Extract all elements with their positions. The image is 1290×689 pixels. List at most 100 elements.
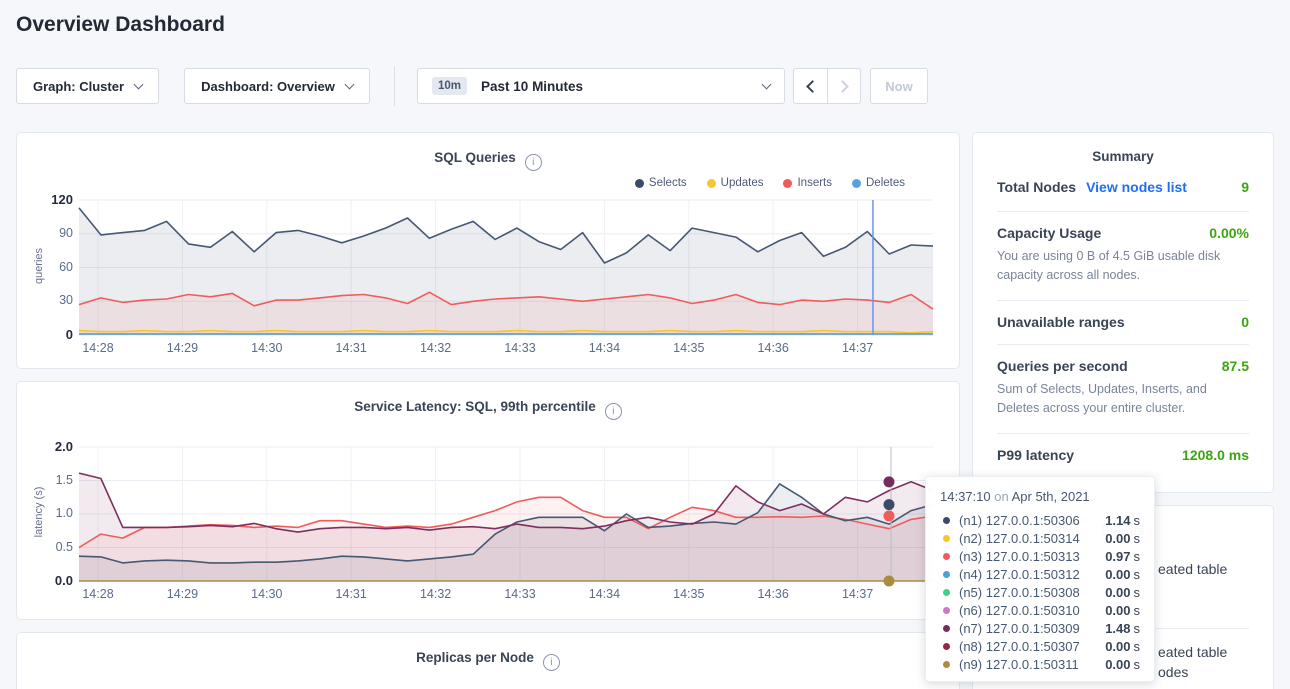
chevron-left-icon — [806, 80, 819, 93]
legend-item-deletes[interactable]: Deletes — [852, 177, 905, 189]
chart-title-row: SQL Queries i — [17, 150, 959, 171]
tooltip-timestamp: 14:37:10 on Apr 5th, 2021 — [940, 489, 1140, 504]
latency-plot-svg — [79, 447, 933, 581]
latency-unit: s — [1134, 531, 1141, 546]
x-tick-label: 14:28 — [68, 341, 128, 355]
latency-unit: s — [1134, 585, 1141, 600]
time-pager — [793, 68, 861, 104]
time-prev-button[interactable] — [794, 69, 827, 103]
info-icon[interactable]: i — [543, 654, 560, 671]
x-tick-label: 14:36 — [743, 587, 803, 601]
tooltip-rows: (n1) 127.0.0.1:503061.14s(n2) 127.0.0.1:… — [940, 511, 1140, 673]
node-address: (n3) 127.0.0.1:50313 — [959, 549, 1105, 564]
x-tick-label: 14:29 — [152, 587, 212, 601]
info-icon[interactable]: i — [605, 403, 622, 420]
node-color-dot — [943, 571, 950, 578]
summary-row-total-nodes: Total NodesView nodes list 9 — [997, 166, 1249, 212]
node-latency-value: 0.00 — [1105, 585, 1130, 600]
chart-title-row: Service Latency: SQL, 99th percentile i — [17, 399, 959, 420]
x-tick-label: 14:36 — [743, 341, 803, 355]
latency-unit: s — [1134, 603, 1141, 618]
replicas-chart-title: Replicas per Node — [416, 650, 534, 665]
info-icon[interactable]: i — [525, 154, 542, 171]
unavailable-ranges-value: 0 — [1241, 314, 1249, 330]
legend-dot — [707, 179, 716, 188]
summary-row-qps: Queries per second 87.5 Sum of Selects, … — [997, 345, 1249, 434]
x-tick-label: 14:32 — [406, 587, 466, 601]
replicas-per-node-card: Replicas per Node i — [16, 632, 960, 689]
latency-unit: s — [1134, 567, 1141, 582]
node-color-dot — [943, 643, 950, 650]
event-text-fragment: eated table — [1158, 561, 1227, 577]
node-address: (n7) 127.0.0.1:50309 — [959, 621, 1105, 636]
toolbar-divider — [394, 66, 395, 106]
x-tick-label: 14:31 — [321, 587, 381, 601]
node-color-dot — [943, 625, 950, 632]
y-tick-label: 2.0 — [27, 439, 73, 454]
tooltip-node-row: (n3) 127.0.0.1:503130.97s — [940, 547, 1140, 565]
x-tick-label: 14:34 — [574, 341, 634, 355]
x-tick-label: 14:35 — [659, 587, 719, 601]
x-tick-label: 14:31 — [321, 341, 381, 355]
p99-latency-label: P99 latency — [997, 447, 1074, 463]
crosshair-dot — [883, 576, 894, 587]
node-address: (n9) 127.0.0.1:50311 — [959, 657, 1105, 672]
x-tick-label: 14:30 — [237, 587, 297, 601]
service-latency-chart[interactable]: 14:2814:2914:3014:3114:3214:3314:3414:35… — [79, 447, 933, 581]
legend-item-selects[interactable]: Selects — [635, 177, 687, 189]
legend-dot — [783, 179, 792, 188]
crosshair-dot — [883, 511, 894, 522]
tooltip-node-row: (n2) 127.0.0.1:503140.00 s — [940, 529, 1140, 547]
service-latency-card: Service Latency: SQL, 99th percentile i 1… — [16, 381, 960, 620]
capacity-usage-desc: You are using 0 B of 4.5 GiB usable disk… — [997, 247, 1249, 286]
view-nodes-list-link[interactable]: View nodes list — [1086, 179, 1187, 195]
time-range-picker[interactable]: 10m Past 10 Minutes — [417, 68, 785, 104]
node-latency-value: 0.00 — [1105, 567, 1130, 582]
crosshair-dot — [883, 476, 894, 487]
x-tick-label: 14:32 — [406, 341, 466, 355]
latency-unit: s — [1134, 513, 1141, 528]
legend-label: Selects — [649, 177, 687, 189]
y-tick-label: 0 — [27, 327, 73, 342]
node-color-dot — [943, 535, 950, 542]
overview-dashboard-page: Overview Dashboard Graph: Cluster Dashbo… — [0, 0, 1290, 689]
sql-queries-chart[interactable]: 14:2814:2914:3014:3114:3214:3314:3414:35… — [79, 200, 933, 335]
x-tick-label: 14:35 — [659, 341, 719, 355]
x-tick-label: 14:30 — [237, 341, 297, 355]
now-button[interactable]: Now — [870, 68, 928, 104]
time-next-button[interactable] — [827, 69, 860, 103]
node-address: (n4) 127.0.0.1:50312 — [959, 567, 1105, 582]
latency-unit: s — [1134, 657, 1141, 672]
chevron-down-icon — [134, 79, 144, 89]
node-latency-value: 0.00 — [1105, 657, 1130, 672]
sql-queries-card: SQL Queries i Selects Updates Inserts Delete… — [16, 132, 960, 369]
p99-latency-value: 1208.0 ms — [1182, 447, 1249, 463]
tooltip-node-row: (n5) 127.0.0.1:503080.00s — [940, 583, 1140, 601]
dashboard-dropdown[interactable]: Dashboard: Overview — [184, 68, 370, 104]
time-range-badge: 10m — [432, 77, 467, 95]
legend-dot — [635, 179, 644, 188]
dashboard-dropdown-label: Dashboard: Overview — [201, 79, 335, 94]
tooltip-node-row: (n1) 127.0.0.1:503061.14s — [940, 511, 1140, 529]
x-tick-label: 14:37 — [828, 587, 888, 601]
sql-queries-chart-title: SQL Queries — [434, 150, 516, 165]
latency-unit: s — [1134, 639, 1141, 654]
x-tick-label: 14:33 — [490, 341, 550, 355]
crosshair-dot — [883, 499, 894, 510]
tooltip-node-row: (n4) 127.0.0.1:503120.00 s — [940, 565, 1140, 583]
graph-dropdown[interactable]: Graph: Cluster — [16, 68, 159, 104]
total-nodes-label: Total Nodes — [997, 179, 1076, 195]
legend-item-inserts[interactable]: Inserts — [783, 177, 832, 189]
node-latency-value: 0.00 — [1105, 531, 1130, 546]
x-tick-label: 14:28 — [68, 587, 128, 601]
service-latency-chart-title: Service Latency: SQL, 99th percentile — [354, 399, 596, 414]
y-axis-title: latency (s) — [33, 467, 45, 557]
node-address: (n2) 127.0.0.1:50314 — [959, 531, 1105, 546]
node-latency-value: 0.00 — [1105, 603, 1130, 618]
legend-item-updates[interactable]: Updates — [707, 177, 764, 189]
capacity-usage-label: Capacity Usage — [997, 225, 1101, 241]
graph-dropdown-label: Graph: Cluster — [33, 79, 124, 94]
sql-chart-legend: Selects Updates Inserts Deletes — [635, 177, 905, 189]
x-tick-label: 14:34 — [574, 587, 634, 601]
node-color-dot — [943, 589, 950, 596]
